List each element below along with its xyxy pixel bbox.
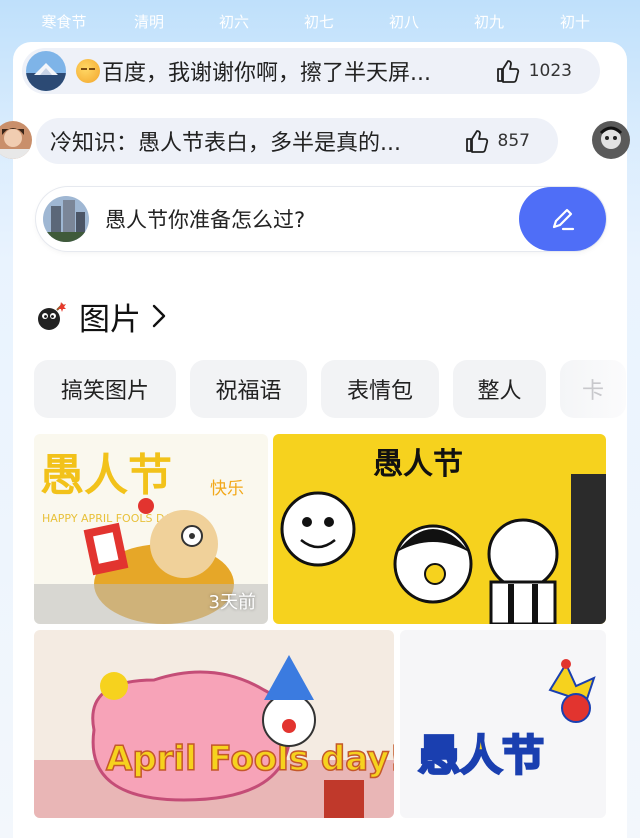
- images-section-header[interactable]: 图片: [35, 296, 167, 338]
- festival-item[interactable]: 初七: [304, 11, 334, 32]
- section-title: 图片: [79, 301, 141, 338]
- smile-emoji-icon: [76, 59, 100, 83]
- pencil-icon: [552, 208, 574, 231]
- time-badge: 3天前: [208, 592, 256, 613]
- festival-item[interactable]: 初六: [219, 11, 249, 32]
- comment-text: 百度，我谢谢你啊，擦了半天屏...: [102, 61, 431, 86]
- festival-item[interactable]: 清明: [134, 11, 164, 32]
- like-button[interactable]: 857: [464, 128, 530, 154]
- image-thumbnail[interactable]: April Fools day!: [34, 630, 394, 818]
- image-subtitle: 快乐: [210, 479, 244, 499]
- chip-card[interactable]: 卡: [560, 360, 626, 418]
- user-avatar: [26, 51, 66, 91]
- chip-greetings[interactable]: 祝福语: [190, 360, 307, 418]
- question-text: 愚人节你准备怎么过?: [105, 208, 306, 232]
- image-thumbnail[interactable]: 愚人节: [400, 630, 606, 818]
- user-avatar: [43, 196, 89, 242]
- thumbs-up-icon: [496, 60, 519, 83]
- festival-item[interactable]: 初九: [474, 11, 504, 32]
- danmaku-comment[interactable]: 百度，我谢谢你啊，擦了半天屏... 1023: [22, 48, 600, 94]
- festival-item[interactable]: 初十: [560, 11, 590, 32]
- chip-funny[interactable]: 搞笑图片: [34, 360, 176, 418]
- comment-text: 冷知识：愚人节表白，多半是真的...: [50, 131, 401, 156]
- chip-stickers[interactable]: 表情包: [321, 360, 439, 418]
- festival-bar: 寒食节 清明 初六 初七 初八 初九 初十: [0, 0, 640, 42]
- danmaku-comment[interactable]: 冷知识：愚人节表白，多半是真的... 857: [36, 118, 558, 164]
- write-button[interactable]: [519, 187, 606, 251]
- image-thumbnail[interactable]: 愚人节: [273, 434, 606, 624]
- image-title: April Fools day!: [106, 739, 394, 779]
- like-count: 1023: [528, 61, 572, 81]
- question-input[interactable]: 愚人节你准备怎么过?: [36, 187, 606, 251]
- user-avatar: [592, 121, 630, 159]
- festival-item[interactable]: 寒食节: [41, 11, 86, 32]
- image-thumbnail[interactable]: 愚人节 快乐 HAPPY APRIL FOOLS DAY 3天前: [34, 434, 268, 624]
- chip-prank[interactable]: 整人: [453, 360, 546, 418]
- like-count: 857: [497, 131, 530, 151]
- chevron-right-icon: [152, 304, 166, 328]
- festival-item[interactable]: 初八: [389, 11, 419, 32]
- image-title: 愚人节: [40, 450, 172, 501]
- filter-chips: 搞笑图片 祝福语 表情包 整人 卡: [0, 360, 640, 418]
- image-title: 愚人节: [373, 447, 463, 482]
- thumbs-up-icon: [465, 130, 488, 153]
- bomb-icon: [38, 302, 66, 330]
- like-button[interactable]: 1023: [495, 58, 572, 84]
- image-title: 愚人节: [418, 731, 544, 780]
